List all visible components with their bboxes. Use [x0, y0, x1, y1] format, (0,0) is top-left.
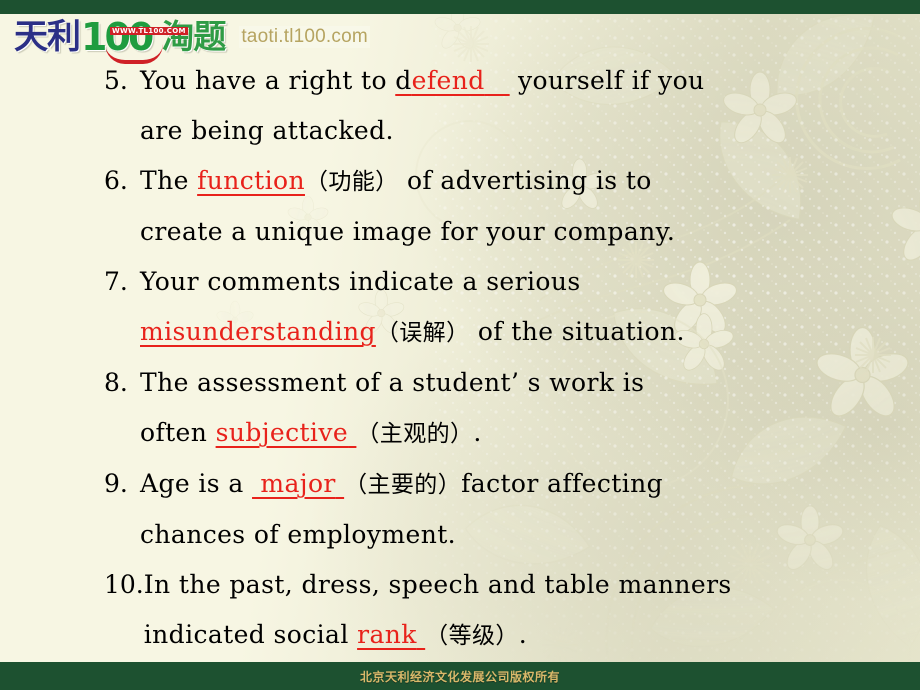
question-line: create a unique image for your company. — [140, 207, 910, 257]
sentence-text: often — [140, 418, 216, 447]
logo-taoti-text: 淘题 — [161, 17, 226, 56]
question-line: The assessment of a student’ s work is — [140, 358, 910, 408]
question-line: The function（功能） of advertising is to — [140, 156, 910, 207]
sentence-text: of the situation. — [469, 317, 685, 346]
question-text: Age is a major （主要的）factor affecting chan… — [140, 459, 910, 560]
question-list: 5. You have a right to defend yourself if… — [0, 56, 920, 661]
answer-blank-tail — [485, 66, 510, 95]
sentence-text: create a unique image for your company. — [140, 217, 676, 246]
chinese-gloss: （主要的） — [344, 472, 462, 498]
answer-prefix-letter: d — [395, 66, 412, 95]
sentence-text: factor affecting — [461, 469, 664, 498]
answer-blank: major — [252, 469, 344, 498]
sentence-text: Age is a — [140, 469, 253, 498]
sentence-text: yourself if you — [509, 66, 705, 95]
sentence-text: indicated social — [143, 620, 358, 649]
sentence-text: The assessment of a student’ s work is — [140, 368, 645, 397]
brand-logo: 天利 100 淘题 taoti.tl100.com — [14, 16, 370, 58]
question-line: often subjective （主观的）. — [140, 408, 910, 459]
question-text: Your comments indicate a serious misunder… — [140, 257, 910, 358]
sentence-text: . — [473, 418, 482, 447]
logo-tianli-text: 天利 — [14, 17, 81, 57]
answer-word: misunderstanding — [140, 317, 376, 346]
chinese-gloss: （误解） — [375, 320, 470, 346]
answer-word: function — [197, 166, 305, 195]
answer-blank: function — [197, 166, 305, 195]
sentence-text: The — [140, 166, 198, 195]
question-number: 8. — [104, 368, 128, 397]
question-text: The assessment of a student’ s work is of… — [140, 358, 910, 459]
question-line: In the past, dress, speech and table man… — [144, 560, 910, 610]
logo-url-chip: WWW.TL100.COM — [110, 27, 188, 35]
answer-word: efend — [411, 66, 485, 95]
question-item: 9. Age is a major （主要的）factor affecting ch… — [0, 459, 920, 560]
slide-canvas: 天利 100 淘题 taoti.tl100.com WWW.TL100.COM … — [0, 0, 920, 690]
copyright-text: 北京天利经济文化发展公司版权所有 — [359, 669, 560, 684]
question-line: are being attacked. — [140, 106, 910, 156]
question-line: You have a right to defend yourself if y… — [140, 56, 910, 106]
question-line: misunderstanding（误解） of the situation. — [140, 307, 910, 358]
answer-word: rank — [357, 620, 417, 649]
sentence-text: of advertising is to — [398, 166, 652, 195]
sentence-text: Your comments indicate a serious — [140, 267, 581, 296]
answer-blank-tail — [336, 469, 344, 498]
answer-blank-tail — [417, 620, 425, 649]
question-item: 5. You have a right to defend yourself if… — [0, 56, 920, 156]
question-item: 6. The function（功能） of advertising is to c… — [0, 156, 920, 257]
sentence-text: chances of employment. — [140, 520, 457, 549]
top-accent-bar — [0, 0, 920, 14]
question-line: chances of employment. — [140, 510, 910, 560]
question-text: The function（功能） of advertising is to cre… — [140, 156, 910, 257]
answer-blank: subjective — [216, 418, 357, 447]
chinese-gloss: （功能） — [304, 169, 399, 195]
logo-domain-text: taoti.tl100.com — [239, 26, 370, 48]
answer-word: major — [252, 469, 336, 498]
sentence-text: are being attacked. — [140, 116, 394, 145]
question-number: 6. — [104, 166, 128, 195]
answer-blank: rank — [357, 620, 425, 649]
question-text: You have a right to defend yourself if y… — [140, 56, 910, 156]
question-number: 9. — [104, 469, 128, 498]
question-line: Age is a major （主要的）factor affecting — [140, 459, 910, 510]
sentence-text: . — [518, 620, 528, 649]
footer-bar: 北京天利经济文化发展公司版权所有 — [0, 662, 920, 690]
chinese-gloss: （主观的） — [356, 421, 474, 447]
answer-word: subjective — [215, 418, 349, 447]
question-item: 10. In the past, dress, speech and table … — [0, 560, 920, 661]
question-line: indicated social rank （等级）. — [144, 610, 910, 661]
answer-blank: defend — [395, 66, 509, 95]
chinese-gloss: （等级） — [425, 623, 519, 649]
answer-blank: misunderstanding — [140, 317, 376, 346]
question-number: 7. — [104, 267, 128, 296]
question-item: 7. Your comments indicate a serious misund… — [0, 257, 920, 358]
logo-100-text: 100 — [81, 15, 154, 59]
sentence-text: You have a right to — [140, 66, 396, 95]
question-line: Your comments indicate a serious — [140, 257, 910, 307]
question-number: 10. — [104, 570, 144, 599]
question-text: In the past, dress, speech and table man… — [144, 560, 910, 661]
question-item: 8. The assessment of a student’ s work is… — [0, 358, 920, 459]
sentence-text: In the past, dress, speech and table man… — [143, 570, 732, 599]
